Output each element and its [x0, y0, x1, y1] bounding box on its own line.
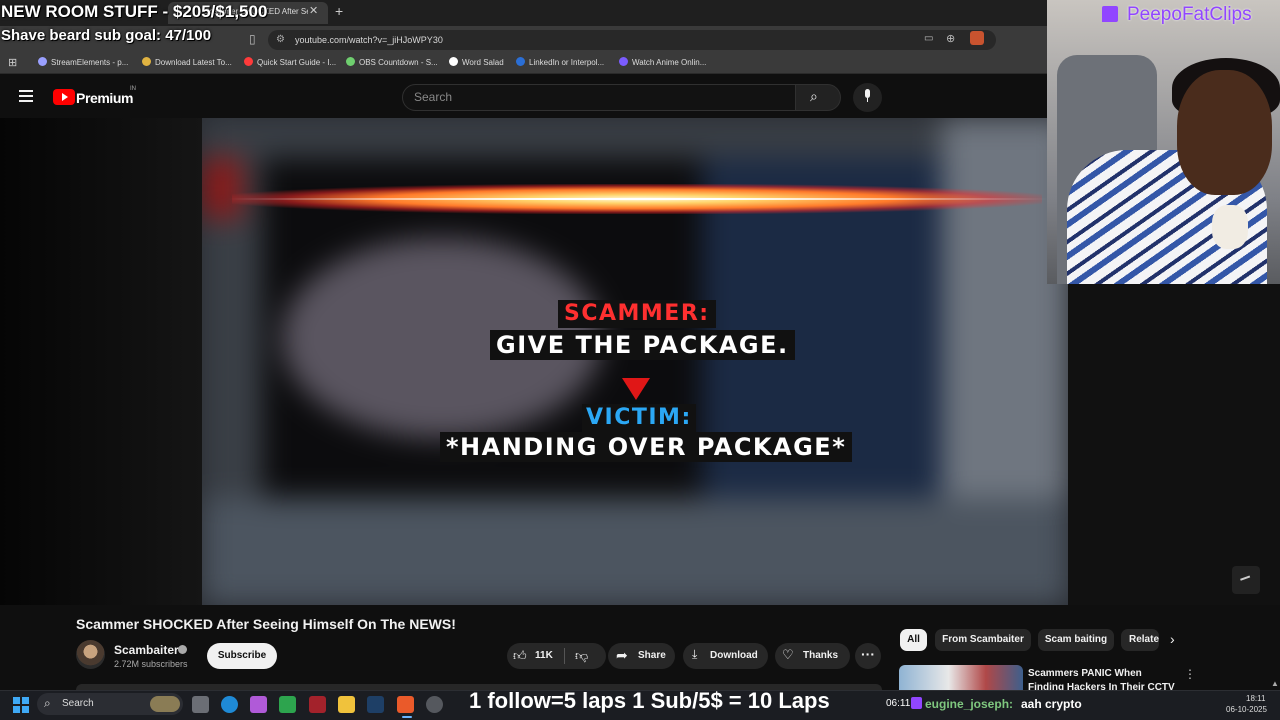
- divider: [564, 648, 565, 664]
- video-player[interactable]: SCAMMER: GIVE THE PACKAGE. VICTIM: *HAND…: [202, 118, 1068, 605]
- search-icon[interactable]: ⌕: [44, 696, 51, 711]
- stream-ticker: 1 follow=5 laps 1 Sub/5$ = 10 Laps: [469, 688, 830, 713]
- twitch-icon: [1102, 6, 1118, 22]
- channel-name[interactable]: Scambaiter: [114, 643, 179, 657]
- thumbs-up-icon[interactable]: 👍︎: [513, 648, 527, 664]
- bookmark-item[interactable]: Quick Start Guide - I...: [244, 57, 336, 67]
- bookmark-item[interactable]: LinkedIn or Interpol...: [516, 57, 604, 67]
- more-vert-icon[interactable]: ⋮: [1184, 667, 1196, 681]
- windows-start-icon[interactable]: [13, 697, 29, 713]
- cast-icon[interactable]: ▭: [924, 33, 933, 44]
- light-flare-line: [228, 198, 1048, 200]
- task-view-icon[interactable]: [192, 696, 209, 713]
- search-placeholder: Search: [414, 90, 453, 104]
- xbox-icon[interactable]: [279, 696, 296, 713]
- bookmark-item[interactable]: Watch Anime Onlin...: [619, 57, 706, 67]
- chat-timestamp: 06:11: [886, 698, 911, 709]
- bookmark-item[interactable]: Word Salad: [449, 57, 504, 67]
- channel-avatar[interactable]: [76, 640, 105, 669]
- chip-all[interactable]: All: [900, 629, 927, 651]
- super-thanks-icon[interactable]: ♡: [782, 647, 794, 663]
- like-count[interactable]: 11K: [535, 650, 553, 661]
- chat-message: aah crypto: [1021, 697, 1082, 711]
- copilot-icon[interactable]: [250, 696, 267, 713]
- subscribe-button[interactable]: Subscribe: [207, 643, 277, 669]
- chat-username: eugine_joseph:: [925, 697, 1014, 711]
- bookmark-item[interactable]: OBS Countdown - S...: [346, 57, 438, 67]
- channel-subscriber-count: 2.72M subscribers: [114, 659, 188, 669]
- bookmark-icon[interactable]: ▯: [249, 32, 256, 46]
- share-label[interactable]: Share: [638, 650, 666, 661]
- bookmark-item[interactable]: Download Latest To...: [142, 57, 232, 67]
- webcam-brand: PeepoFatClips: [1127, 4, 1252, 25]
- scroll-up-icon[interactable]: ▲: [1271, 679, 1279, 688]
- taskbar-search-label[interactable]: Search: [62, 698, 94, 709]
- caption-line-scammer: GIVE THE PACKAGE.: [490, 330, 795, 360]
- brave-browser-icon[interactable]: [397, 696, 414, 713]
- sub-goal-text: Shave beard sub goal: 47/100: [1, 27, 212, 44]
- video-title: Scammer SHOCKED After Seeing Himself On …: [76, 616, 456, 632]
- zoom-icon[interactable]: ⊕: [946, 32, 955, 45]
- weather-widget-icon[interactable]: [150, 696, 180, 712]
- hamburger-menu-icon[interactable]: [19, 90, 33, 102]
- region-code: IN: [130, 86, 136, 92]
- chevron-right-icon[interactable]: ›: [1170, 631, 1175, 647]
- bookmark-item[interactable]: StreamElements - p...: [38, 57, 128, 67]
- more-actions-icon[interactable]: ···: [855, 643, 881, 669]
- new-tab-icon[interactable]: +: [335, 3, 343, 19]
- download-label[interactable]: Download: [710, 650, 758, 661]
- caption-speaker-victim: VICTIM:: [582, 404, 696, 432]
- search-icon[interactable]: ⌕: [810, 88, 818, 105]
- tab-close-icon[interactable]: ✕: [309, 4, 318, 17]
- youtube-brand-label[interactable]: Premium: [76, 90, 134, 106]
- game-app-icon[interactable]: [309, 696, 326, 713]
- system-clock-time[interactable]: 18:11: [1246, 694, 1265, 703]
- chip-related[interactable]: Related: [1121, 629, 1159, 651]
- donation-goal-text: NEW ROOM STUFF - $205/$1,500: [1, 2, 268, 21]
- chip-scam-baiting[interactable]: Scam baiting: [1038, 629, 1114, 651]
- thanks-label[interactable]: Thanks: [803, 650, 838, 661]
- stream-overlay-right: [1068, 284, 1280, 605]
- apps-grid-icon[interactable]: ⊞: [8, 56, 17, 69]
- address-url[interactable]: youtube.com/watch?v=_jiHJoWPY30: [295, 35, 443, 45]
- caption-line-victim: *HANDING OVER PACKAGE*: [440, 432, 853, 462]
- share-icon[interactable]: ➦: [616, 647, 628, 664]
- active-app-indicator: [402, 716, 412, 718]
- thumbs-down-icon[interactable]: 👎︎: [575, 648, 588, 664]
- caption-arrow-icon: [622, 378, 650, 400]
- download-icon[interactable]: ⤓: [692, 647, 697, 662]
- recommended-thumbnail[interactable]: [899, 665, 1023, 690]
- extension-icon[interactable]: [970, 31, 984, 45]
- site-info-icon[interactable]: ⚙: [276, 34, 285, 45]
- youtube-logo-icon[interactable]: [53, 89, 75, 105]
- recommended-title[interactable]: Scammers PANIC When Finding Hackers In T…: [1028, 667, 1178, 690]
- verified-icon: [178, 645, 187, 654]
- microphone-icon[interactable]: [863, 89, 872, 103]
- file-explorer-icon[interactable]: [338, 696, 355, 713]
- miniplayer-icon[interactable]: [1232, 566, 1260, 594]
- obs-icon[interactable]: [426, 696, 443, 713]
- search-input[interactable]: [402, 84, 796, 111]
- steam-icon[interactable]: [367, 696, 384, 713]
- twitch-chat-icon: [911, 697, 922, 709]
- caption-speaker-scammer: SCAMMER:: [558, 300, 716, 328]
- stream-overlay-left: [0, 118, 202, 605]
- streamer-webcam: [1047, 0, 1280, 284]
- search-button[interactable]: [795, 84, 841, 111]
- chip-from-channel[interactable]: From Scambaiter: [935, 629, 1031, 651]
- system-clock-date[interactable]: 06-10-2025: [1226, 705, 1267, 714]
- edge-icon[interactable]: [221, 696, 238, 713]
